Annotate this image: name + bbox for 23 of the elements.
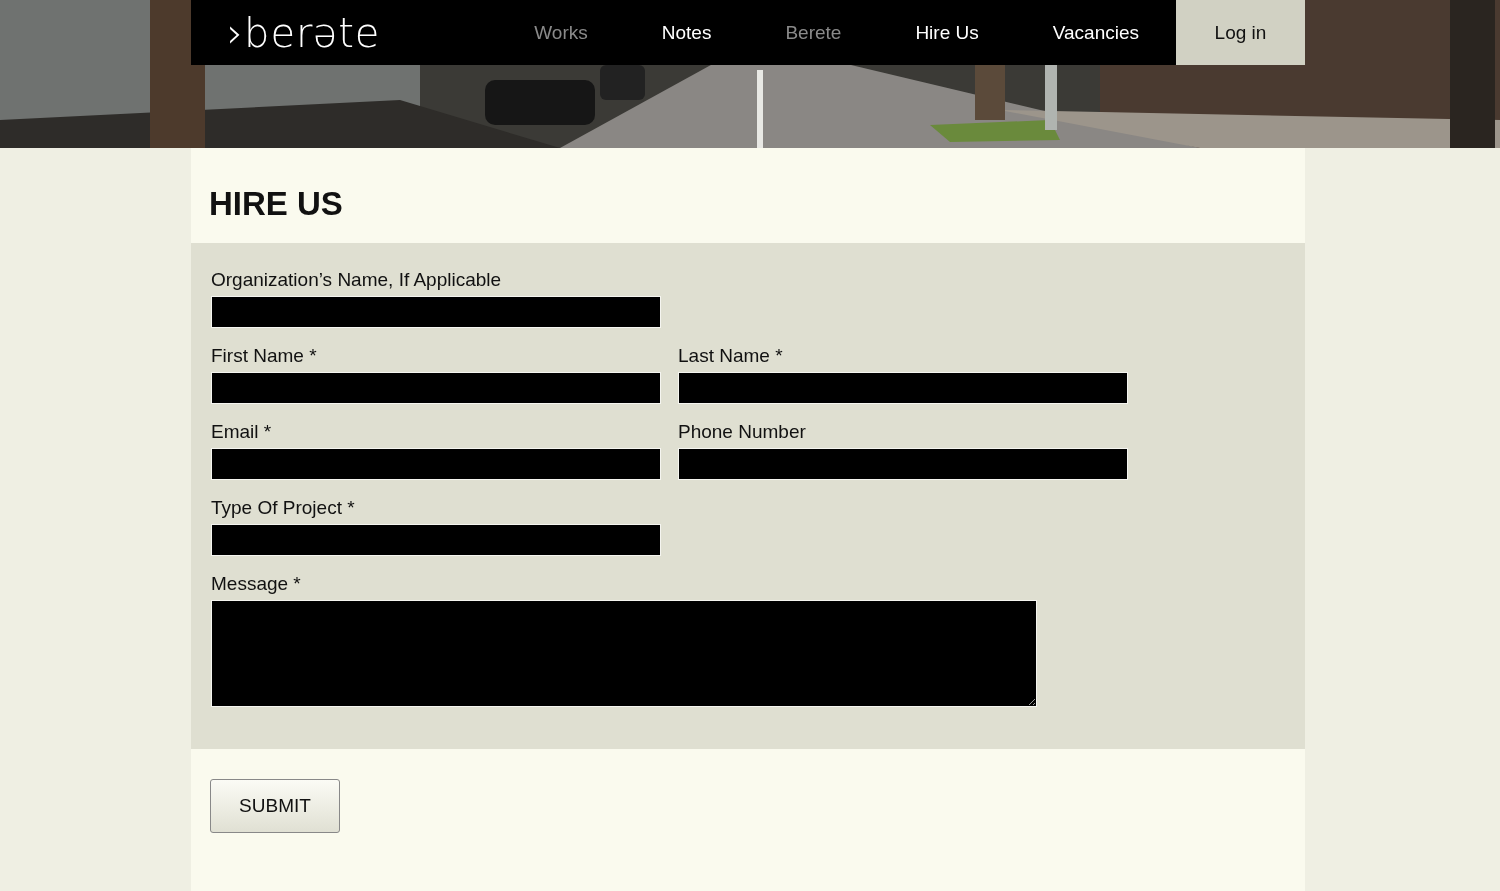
nav-link[interactable]: Notes: [624, 0, 749, 65]
nav-link[interactable]: Works: [497, 0, 625, 65]
input-field[interactable]: [211, 448, 661, 480]
page-title: HIRE US: [208, 184, 344, 224]
nav-link[interactable]: Vacancies: [1015, 0, 1176, 65]
input-field[interactable]: [211, 296, 661, 328]
logo[interactable]: ›berəte: [227, 9, 477, 56]
field-label: Phone Number: [678, 421, 807, 443]
field-label: Email *: [211, 421, 273, 443]
input-field[interactable]: [211, 524, 661, 556]
field-label: Last Name *: [678, 345, 784, 367]
field-label: Organization’s Name, If Applicable: [211, 269, 503, 291]
nav-link[interactable]: Hire Us: [878, 0, 1016, 65]
field-label: First Name *: [211, 345, 318, 367]
field-label: Type Of Project *: [211, 497, 356, 519]
login-button[interactable]: Log in: [1176, 0, 1305, 65]
field-label: Message *: [211, 573, 302, 595]
input-field[interactable]: [678, 372, 1128, 404]
nav-link[interactable]: Berete: [748, 0, 879, 65]
submit-button[interactable]: SUBMIT: [210, 779, 340, 833]
input-field[interactable]: [678, 448, 1128, 480]
input-field[interactable]: [211, 372, 661, 404]
message-field[interactable]: [211, 600, 1037, 707]
